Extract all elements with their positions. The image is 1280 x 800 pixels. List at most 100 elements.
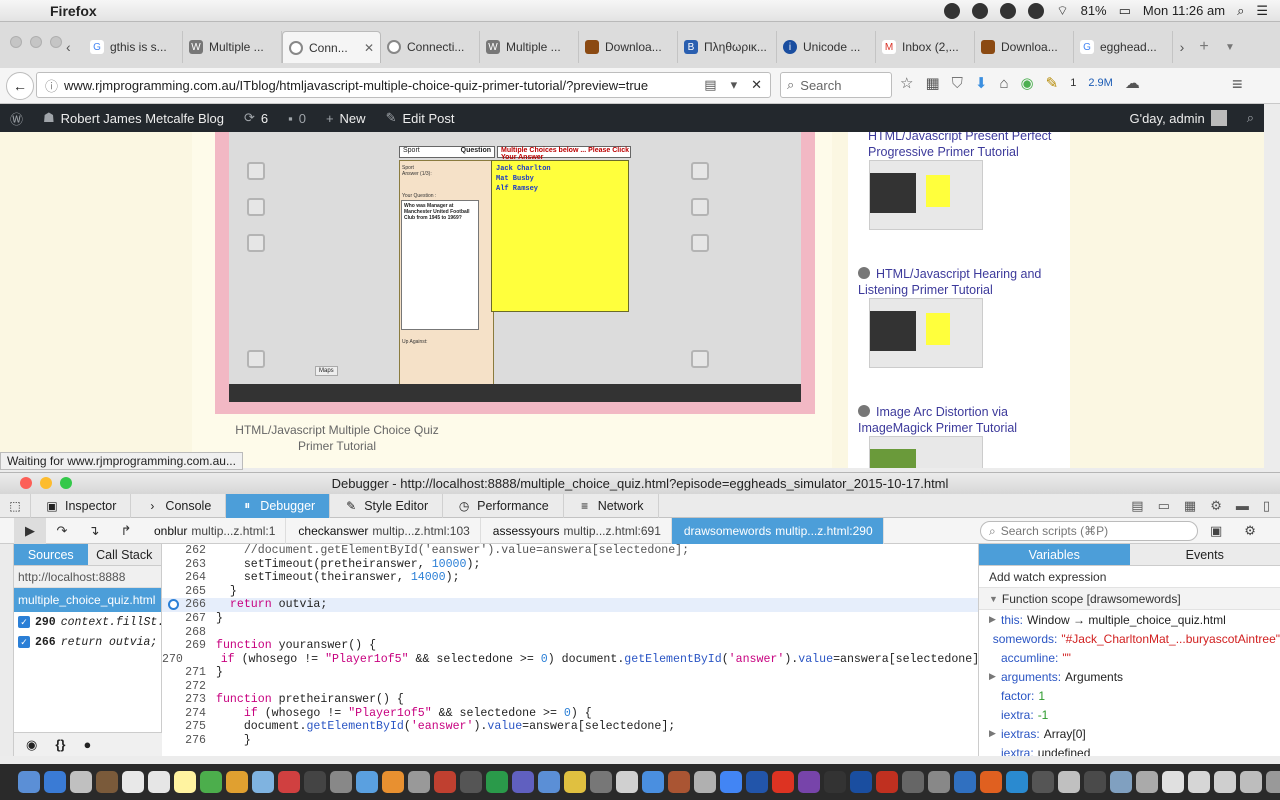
- greeting[interactable]: G'day, admin: [1129, 111, 1204, 126]
- cloud-icon[interactable]: [972, 2, 989, 19]
- dock-app-icon[interactable]: [876, 771, 898, 793]
- variable-row[interactable]: ▶ this: Window → multiple_choice_quiz.html: [979, 610, 1280, 629]
- quiz-choice[interactable]: Alf Ramsey: [496, 185, 624, 193]
- quiz-choice[interactable]: Mat Busby: [496, 175, 624, 183]
- dock-app-icon[interactable]: [668, 771, 690, 793]
- code-line[interactable]: 272: [162, 679, 978, 693]
- dock-app-icon[interactable]: [1136, 771, 1158, 793]
- dock-app-icon[interactable]: [980, 771, 1002, 793]
- debugger-options-gear-icon[interactable]: ⚙: [1244, 523, 1256, 539]
- line-number[interactable]: 265: [162, 585, 212, 598]
- blackbox-eye-icon[interactable]: ◉: [26, 737, 37, 753]
- scratchpad-icon[interactable]: ▦: [1184, 498, 1196, 514]
- variable-row[interactable]: accumline: "": [979, 648, 1280, 667]
- dock-app-icon[interactable]: [694, 771, 716, 793]
- code-line[interactable]: 275 document.getElementById('eanswer').v…: [162, 720, 978, 734]
- checkbox-checked-icon[interactable]: ✓: [18, 616, 30, 628]
- url-bar[interactable]: ⓘ www.rjmprogramming.com.au/ITblog/htmlj…: [36, 72, 771, 98]
- battery-percent[interactable]: 81%: [1081, 3, 1107, 18]
- dock-app-icon[interactable]: [616, 771, 638, 793]
- close-tab-icon[interactable]: ✕: [364, 41, 374, 55]
- dock-app-icon[interactable]: [590, 771, 612, 793]
- dock-app-icon[interactable]: [1188, 771, 1210, 793]
- browser-tab[interactable]: Downloa...: [975, 31, 1074, 63]
- line-number[interactable]: 269: [162, 639, 212, 652]
- zoom-window-button[interactable]: [60, 477, 72, 489]
- search-scripts-input[interactable]: ⌕ Search scripts (⌘P): [980, 521, 1198, 541]
- code-line[interactable]: 265 }: [162, 585, 978, 599]
- dock-app-icon[interactable]: [772, 771, 794, 793]
- breakpoint-marker-icon[interactable]: [168, 599, 179, 611]
- element-picker-button[interactable]: ⬚: [0, 493, 31, 518]
- dock-app-icon[interactable]: [356, 771, 378, 793]
- tabs-scroll-left-icon[interactable]: ‹: [66, 39, 84, 55]
- pretty-print-icon[interactable]: {}: [55, 737, 65, 752]
- url-dropdown-icon[interactable]: ▾: [731, 77, 738, 93]
- line-number[interactable]: 267: [162, 612, 212, 625]
- dock-app-icon[interactable]: [1240, 771, 1262, 793]
- tab-call-stack[interactable]: Call Stack: [87, 544, 161, 566]
- browser-tab[interactable]: Ggthis is s...: [84, 31, 183, 63]
- browser-tab[interactable]: W Multiple ...: [480, 31, 579, 63]
- downloads-icon[interactable]: ⬇: [975, 74, 988, 92]
- line-number[interactable]: 263: [162, 558, 212, 571]
- tab-network[interactable]: ≡ Network: [564, 493, 659, 518]
- dock-app-icon[interactable]: [564, 771, 586, 793]
- line-number[interactable]: 272: [162, 680, 212, 693]
- browser-tab-active[interactable]: Conn... ✕: [282, 31, 381, 63]
- wp-search-icon[interactable]: ⌕: [1247, 110, 1254, 126]
- dock-app-icon[interactable]: [486, 771, 508, 793]
- dock-app-icon[interactable]: [928, 771, 950, 793]
- breakpoint-item[interactable]: ✓ 290 context.fillSt...: [14, 612, 161, 632]
- split-console-icon[interactable]: ▤: [1131, 498, 1143, 514]
- dock-app-icon[interactable]: [330, 771, 352, 793]
- bookmark-star-icon[interactable]: ☆: [900, 74, 913, 92]
- notification-center-icon[interactable]: ☰: [1256, 3, 1268, 19]
- dock-app-icon[interactable]: [850, 771, 872, 793]
- line-number[interactable]: 266: [162, 598, 212, 611]
- hamburger-menu-icon[interactable]: ≡: [1232, 74, 1243, 95]
- chat-icon[interactable]: ☁: [1125, 74, 1140, 92]
- pause-icon[interactable]: [1000, 2, 1017, 19]
- dock-app-icon[interactable]: [1006, 771, 1028, 793]
- line-number[interactable]: 268: [162, 626, 212, 639]
- dock-app-icon[interactable]: [1110, 771, 1132, 793]
- dock-app-icon[interactable]: [200, 771, 222, 793]
- variable-row[interactable]: somewords: "#Jack_CharltonMat_...buryasco…: [979, 629, 1280, 648]
- code-line[interactable]: 262 //document.getElementById('eanswer')…: [162, 544, 978, 558]
- line-number[interactable]: 262: [162, 544, 212, 557]
- step-in-button[interactable]: ↴: [78, 518, 110, 544]
- dock-app-icon[interactable]: [70, 771, 92, 793]
- dock-app-icon[interactable]: [642, 771, 664, 793]
- sidebar-post-thumbnail[interactable]: [869, 436, 983, 468]
- home-icon[interactable]: ⌂: [999, 75, 1008, 92]
- tab-list-icon[interactable]: ▼: [1217, 42, 1243, 53]
- code-line[interactable]: 264 setTimeout(theiranswer, 14000);: [162, 571, 978, 585]
- variable-row[interactable]: iextra: -1: [979, 705, 1280, 724]
- addon-icon[interactable]: ✎: [1046, 74, 1059, 92]
- dock-app-icon[interactable]: [18, 771, 40, 793]
- source-file-selected[interactable]: multiple_choice_quiz.html: [14, 588, 161, 612]
- dock-app-icon[interactable]: [1266, 771, 1280, 793]
- url-text[interactable]: www.rjmprogramming.com.au/ITblog/htmljav…: [64, 78, 648, 93]
- callstack-frame[interactable]: checkanswer multip...z.html:103: [286, 517, 481, 544]
- code-line-current[interactable]: 266 return outvia;: [162, 598, 978, 612]
- status-app-icon[interactable]: [944, 2, 961, 19]
- add-watch-expression[interactable]: Add watch expression: [979, 566, 1280, 588]
- dock-app-icon[interactable]: [954, 771, 976, 793]
- expand-arrow-icon[interactable]: ▶: [989, 671, 1001, 682]
- dock-app-icon[interactable]: [902, 771, 924, 793]
- tab-inspector[interactable]: ▣ Inspector: [31, 493, 132, 518]
- line-number[interactable]: 270: [162, 653, 189, 666]
- dock-app-icon[interactable]: [408, 771, 430, 793]
- dock-app-icon[interactable]: [122, 771, 144, 793]
- dock-app-icon[interactable]: [1162, 771, 1184, 793]
- close-window-button[interactable]: [10, 36, 22, 48]
- step-over-button[interactable]: ↷: [46, 518, 78, 544]
- variable-row[interactable]: ▶ arguments: Arguments: [979, 667, 1280, 686]
- code-line[interactable]: 269 function youranswer() {: [162, 639, 978, 653]
- toggle-panes-icon[interactable]: ▣: [1210, 523, 1222, 539]
- dock-app-icon[interactable]: [434, 771, 456, 793]
- browser-tab[interactable]: Downloa...: [579, 31, 678, 63]
- breakpoint-item[interactable]: ✓ 266 return outvia;: [14, 632, 161, 652]
